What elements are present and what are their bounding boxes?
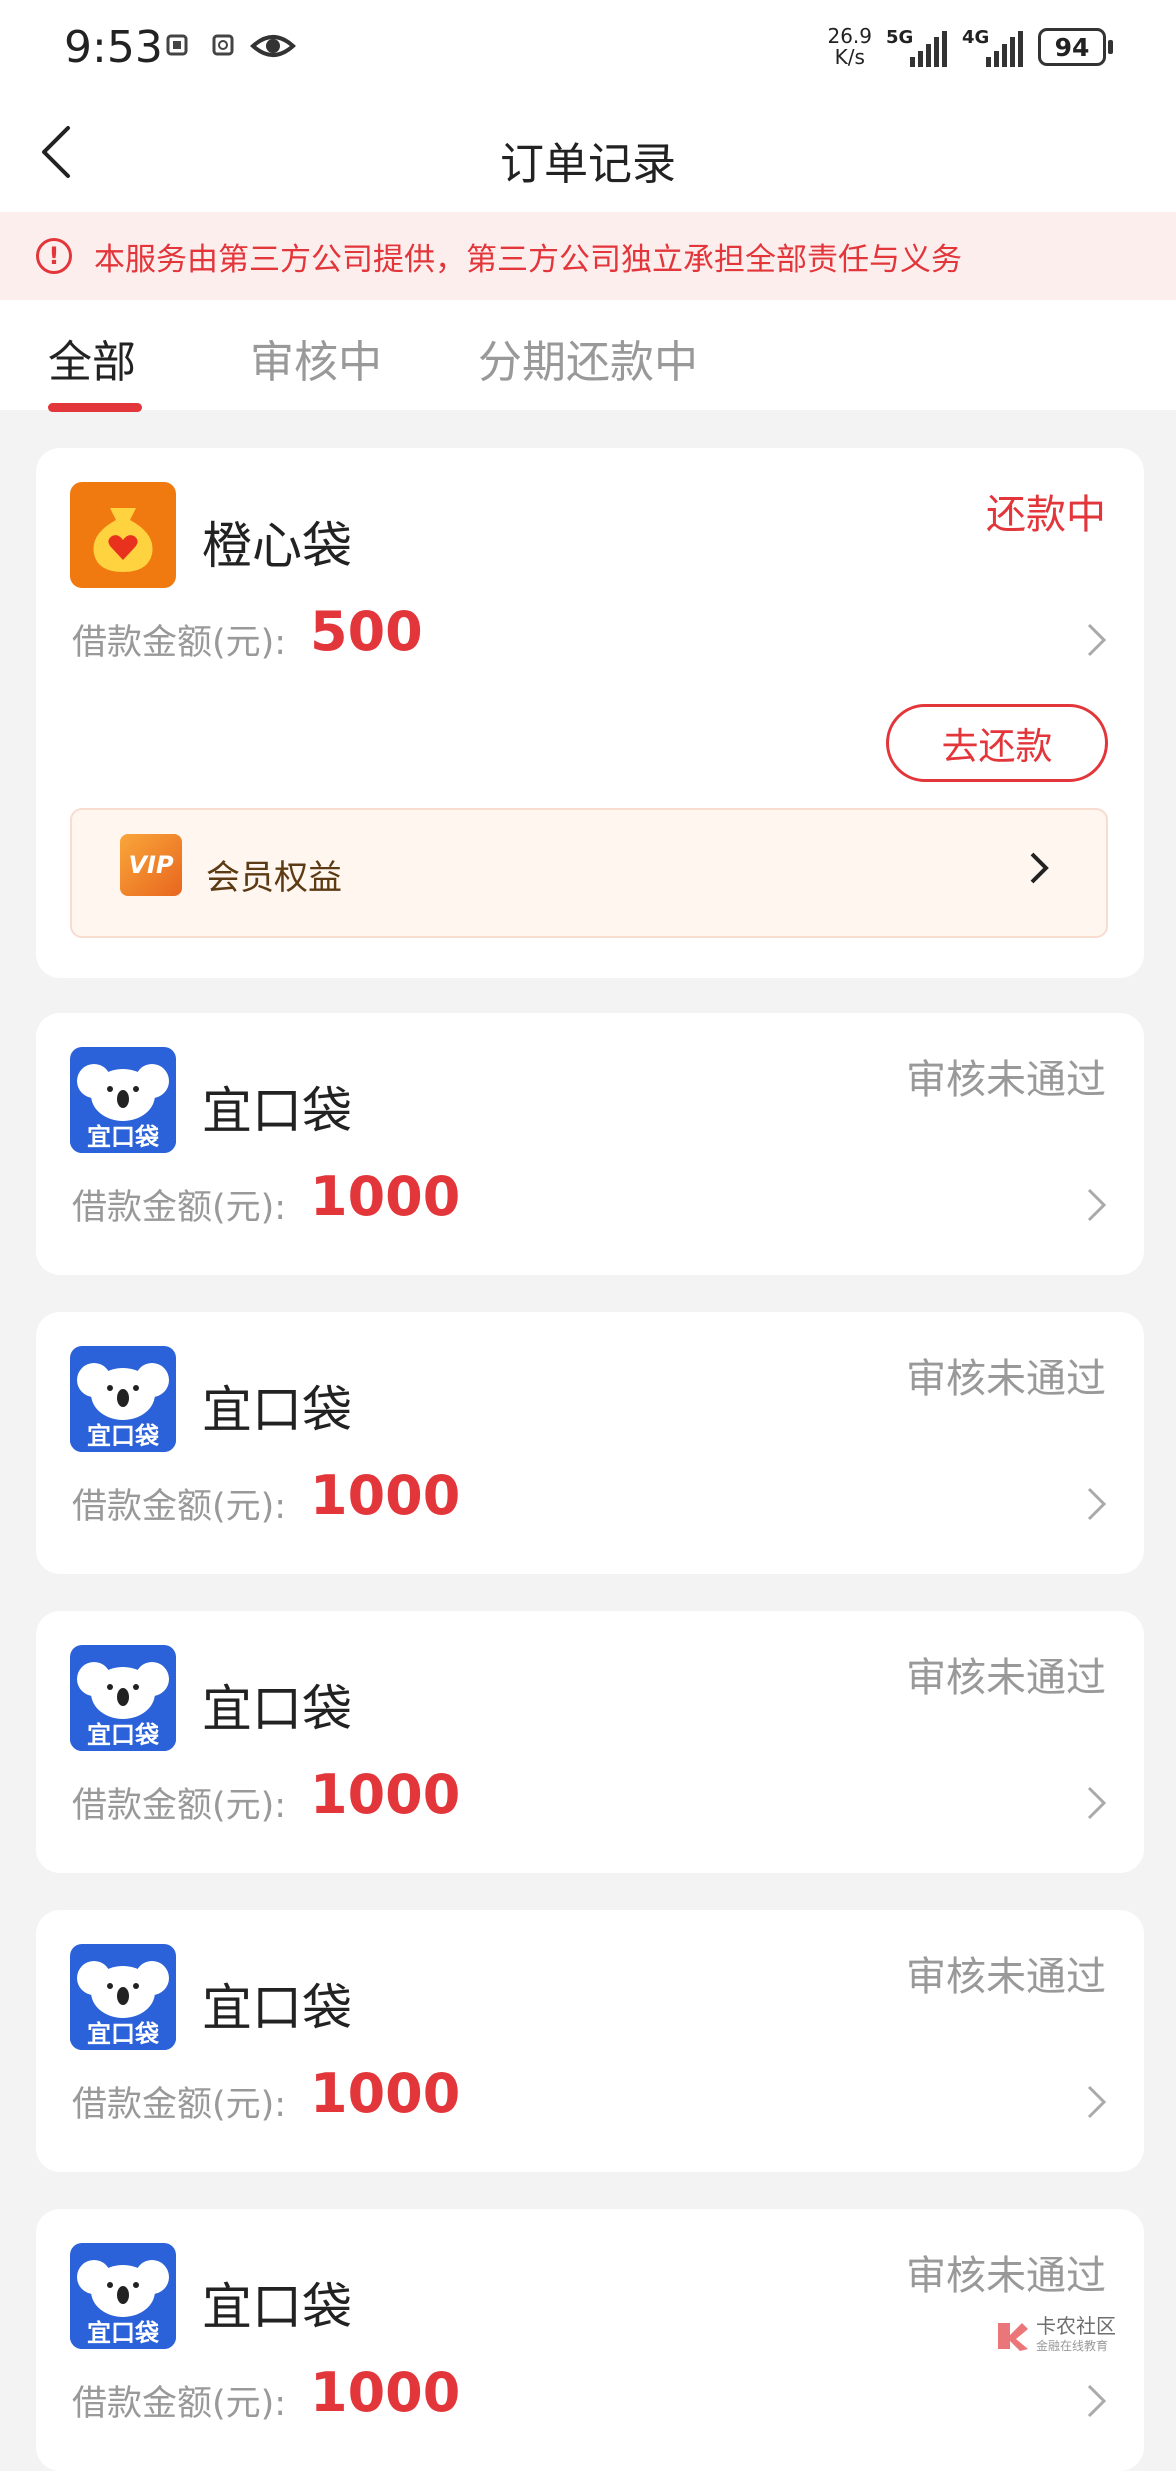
- chevron-right-icon[interactable]: [1084, 1185, 1110, 1225]
- alert-icon: !: [36, 238, 72, 274]
- tab-all[interactable]: 全部: [48, 326, 136, 390]
- disclaimer-text: 本服务由第三方公司提供，第三方公司独立承担全部责任与义务: [94, 241, 962, 278]
- amount-value: 1000: [310, 1464, 461, 1527]
- watermark-logo-icon: [998, 2322, 1028, 2351]
- amount-value: 1000: [310, 2062, 461, 2125]
- member-benefits-bar[interactable]: VIP 会员权益: [70, 808, 1108, 938]
- amount-label: 借款金额(元):: [72, 1188, 287, 1228]
- tab-reviewing[interactable]: 审核中: [250, 326, 382, 390]
- koala-logo: 宜口袋: [70, 2243, 176, 2349]
- battery-icon: 94: [1038, 28, 1113, 66]
- chevron-right-icon[interactable]: [1084, 620, 1110, 660]
- amount-value: 1000: [310, 1165, 461, 1228]
- tab-bar: 全部 审核中 分期还款中: [0, 300, 1176, 412]
- koala-logo: 宜口袋: [70, 1346, 176, 1452]
- order-status: 审核未通过: [906, 1954, 1106, 2000]
- svg-text:宜口袋: 宜口袋: [87, 1123, 160, 1151]
- order-status: 审核未通过: [906, 2253, 1106, 2299]
- watermark: 卡农社区 金融在线教育: [994, 2315, 1116, 2354]
- order-card[interactable]: 宜口袋 宜口袋 审核未通过 借款金额(元): 1000: [36, 2209, 1144, 2471]
- order-status: 还款中: [986, 492, 1106, 538]
- order-card[interactable]: 宜口袋 宜口袋 审核未通过 借款金额(元): 1000: [36, 1611, 1144, 1873]
- order-card[interactable]: 宜口袋 宜口袋 审核未通过 借款金额(元): 1000: [36, 1910, 1144, 2172]
- status-bar: 9:53 26.9 K/s 5G 4G 94: [0, 0, 1176, 100]
- order-status: 审核未通过: [906, 1057, 1106, 1103]
- amount-label: 借款金额(元):: [72, 1487, 287, 1527]
- status-right: 26.9 K/s 5G 4G 94: [827, 24, 1113, 69]
- product-name: 宜口袋: [202, 1979, 352, 2037]
- active-tab-indicator: [48, 403, 142, 412]
- product-name: 宜口袋: [202, 1082, 352, 1140]
- app-notification-icon: [212, 34, 234, 56]
- order-card[interactable]: 宜口袋 宜口袋 审核未通过 借款金额(元): 1000: [36, 1013, 1144, 1275]
- koala-logo: 宜口袋: [70, 1047, 176, 1153]
- repay-button[interactable]: 去还款: [886, 704, 1108, 782]
- order-status: 审核未通过: [906, 1356, 1106, 1402]
- chevron-right-icon[interactable]: [1084, 1783, 1110, 1823]
- amount-label: 借款金额(元):: [72, 2384, 287, 2424]
- koala-logo: 宜口袋: [70, 1944, 176, 2050]
- product-name: 宜口袋: [202, 2278, 352, 2336]
- member-benefits-label: 会员权益: [206, 858, 342, 898]
- chevron-right-icon[interactable]: [1084, 2082, 1110, 2122]
- chevron-right-icon[interactable]: [1084, 1484, 1110, 1524]
- tab-installment-repaying[interactable]: 分期还款中: [478, 326, 698, 390]
- network-speed: 26.9 K/s: [827, 24, 872, 69]
- orange-heart-bag-logo: [70, 482, 176, 588]
- amount-label: 借款金额(元):: [72, 2085, 287, 2125]
- product-name: 橙心袋: [202, 517, 352, 575]
- vip-icon: VIP: [120, 834, 182, 896]
- chevron-right-icon[interactable]: [1084, 2381, 1110, 2421]
- signal-4g-icon: 4G: [962, 27, 1024, 67]
- order-card[interactable]: 橙心袋 还款中 借款金额(元): 500 去还款 VIP 会员权益: [36, 448, 1144, 978]
- amount-value: 500: [310, 600, 423, 663]
- status-time: 9:53: [64, 22, 163, 73]
- eye-icon: [250, 35, 296, 57]
- amount-label: 借款金额(元):: [72, 1786, 287, 1826]
- signal-5g-icon: 5G: [886, 27, 948, 67]
- order-status: 审核未通过: [906, 1655, 1106, 1701]
- koala-logo: 宜口袋: [70, 1645, 176, 1751]
- amount-value: 1000: [310, 1763, 461, 1826]
- amount-label: 借款金额(元):: [72, 623, 287, 663]
- disclaimer-banner: ! 本服务由第三方公司提供，第三方公司独立承担全部责任与义务: [0, 212, 1176, 300]
- svg-text:宜口袋: 宜口袋: [87, 2020, 160, 2048]
- chevron-right-icon: [1030, 852, 1049, 884]
- notification-icon: [166, 34, 188, 56]
- svg-text:宜口袋: 宜口袋: [87, 1422, 160, 1450]
- order-card[interactable]: 宜口袋 宜口袋 审核未通过 借款金额(元): 1000: [36, 1312, 1144, 1574]
- svg-text:宜口袋: 宜口袋: [87, 2319, 160, 2347]
- product-name: 宜口袋: [202, 1680, 352, 1738]
- svg-text:宜口袋: 宜口袋: [87, 1721, 160, 1749]
- page-title: 订单记录: [500, 139, 676, 190]
- amount-value: 1000: [310, 2361, 461, 2424]
- nav-bar: 订单记录: [0, 100, 1176, 212]
- product-name: 宜口袋: [202, 1381, 352, 1439]
